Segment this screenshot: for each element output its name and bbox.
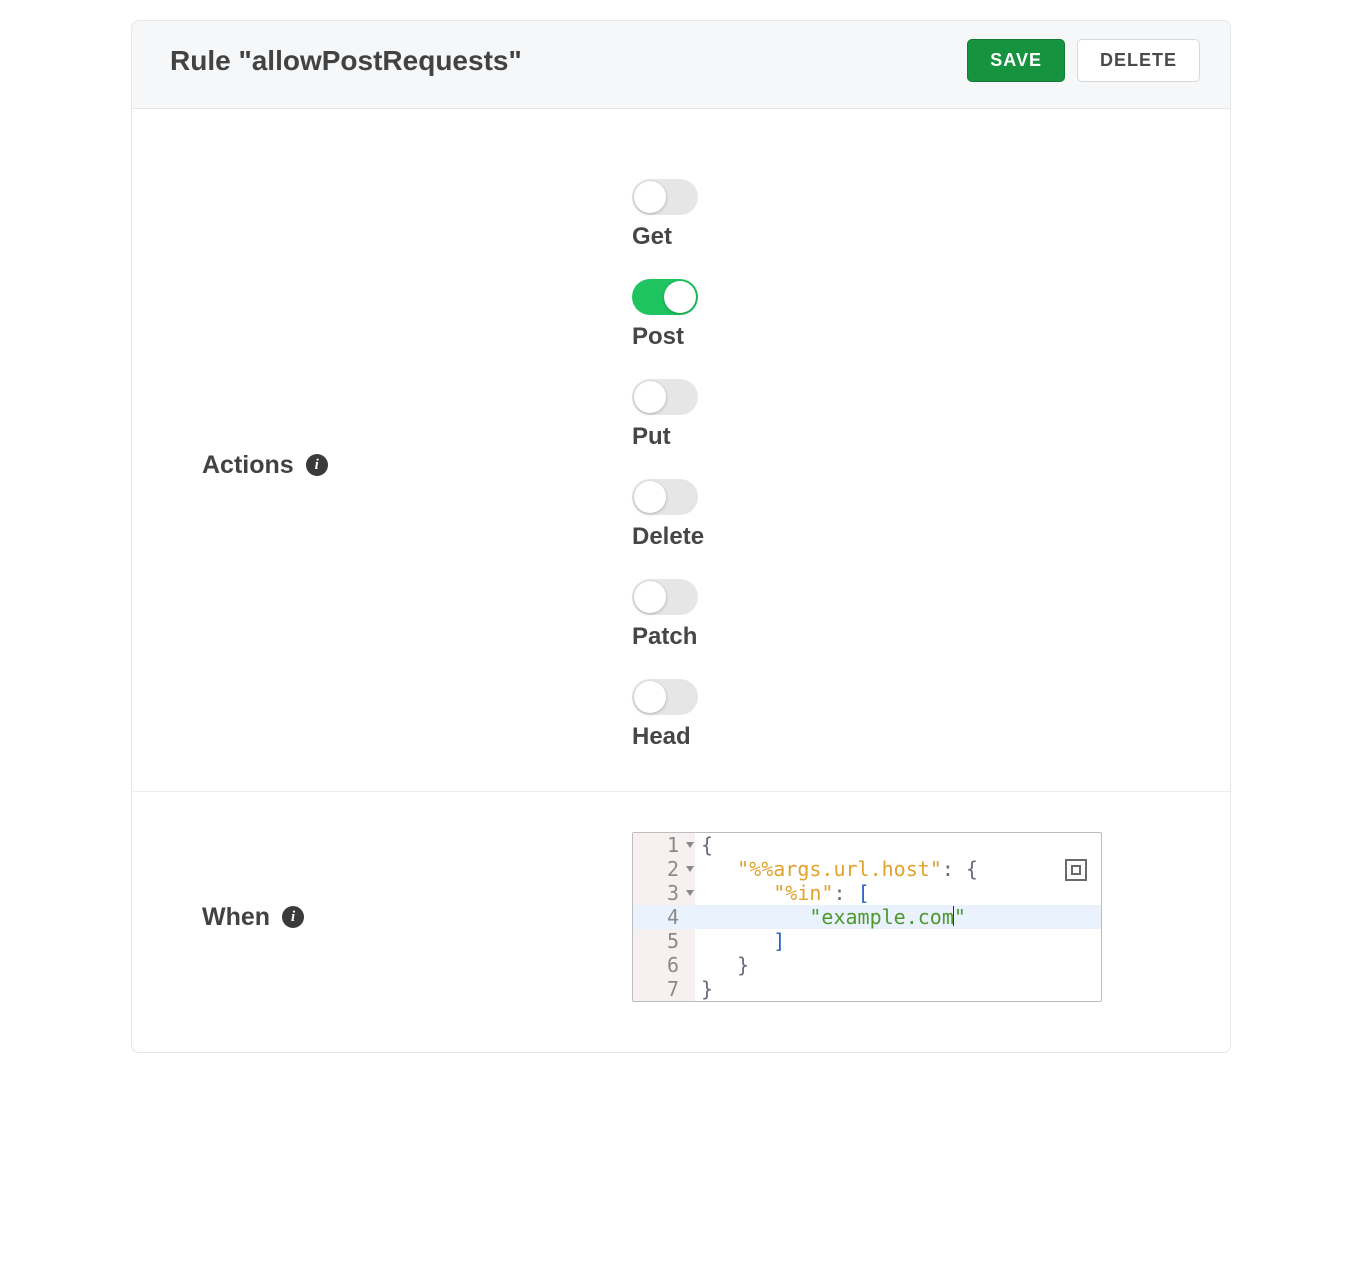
header-buttons: SAVE DELETE (967, 39, 1200, 82)
toggle-label: Delete (632, 523, 1170, 551)
toggle-delete[interactable] (632, 479, 698, 515)
when-body: 1{2 "%%args.url.host": {3 "%in": [4 "exa… (632, 832, 1170, 1002)
panel-header: Rule "allowPostRequests" SAVE DELETE (132, 21, 1230, 109)
code-line[interactable]: 2 "%%args.url.host": { (633, 857, 1101, 881)
actions-section: Actions i Get Post Put Delete Patch Head (132, 109, 1230, 791)
when-section: When i 1{2 "%%args.url.host": {3 "%in": … (132, 791, 1230, 1052)
toggle-item: Get (632, 179, 1170, 251)
line-number: 4 (667, 905, 691, 929)
toggle-knob (634, 181, 666, 213)
toggle-label: Put (632, 423, 1170, 451)
code-token: [ (858, 881, 870, 905)
code-content[interactable]: { (695, 833, 713, 857)
actions-label: Actions (202, 451, 294, 480)
toggle-label: Patch (632, 623, 1170, 651)
actions-body: Get Post Put Delete Patch Head (632, 179, 1170, 751)
code-token: "%%args.url.host" (737, 857, 942, 881)
info-icon[interactable]: i (306, 454, 328, 476)
toggle-item: Delete (632, 479, 1170, 551)
code-content[interactable]: "example.com" (695, 905, 966, 929)
code-token: { (966, 857, 978, 881)
toggle-list: Get Post Put Delete Patch Head (632, 179, 1170, 751)
code-line[interactable]: 6 } (633, 953, 1101, 977)
code-content[interactable]: ] (695, 929, 785, 953)
toggle-knob (634, 381, 666, 413)
toggle-head[interactable] (632, 679, 698, 715)
toggle-item: Put (632, 379, 1170, 451)
code-editor[interactable]: 1{2 "%%args.url.host": {3 "%in": [4 "exa… (632, 832, 1102, 1002)
line-gutter: 6 (633, 953, 695, 977)
code-line[interactable]: 4 "example.com" (633, 905, 1101, 929)
code-token: "%in" (773, 881, 833, 905)
toggle-item: Patch (632, 579, 1170, 651)
fold-icon[interactable] (686, 890, 694, 896)
code-token: } (737, 953, 749, 977)
code-token: : (833, 881, 857, 905)
code-token: "example.com (809, 905, 954, 929)
line-gutter: 5 (633, 929, 695, 953)
line-gutter: 2 (633, 857, 695, 881)
save-button[interactable]: SAVE (967, 39, 1065, 82)
code-line[interactable]: 1{ (633, 833, 1101, 857)
toggle-put[interactable] (632, 379, 698, 415)
code-token: { (701, 833, 713, 857)
actions-label-wrap: Actions i (202, 179, 632, 751)
line-number: 6 (667, 953, 691, 977)
toggle-post[interactable] (632, 279, 698, 315)
toggle-knob (634, 681, 666, 713)
code-content[interactable]: "%in": [ (695, 881, 870, 905)
code-content[interactable]: "%%args.url.host": { (695, 857, 978, 881)
line-number: 7 (667, 977, 691, 1001)
toggle-label: Post (632, 323, 1170, 351)
when-label: When (202, 903, 270, 932)
toggle-knob (664, 281, 696, 313)
toggle-patch[interactable] (632, 579, 698, 615)
code-token: } (701, 977, 713, 1001)
toggle-item: Head (632, 679, 1170, 751)
toggle-knob (634, 481, 666, 513)
toggle-label: Get (632, 223, 1170, 251)
line-number: 5 (667, 929, 691, 953)
line-gutter: 3 (633, 881, 695, 905)
toggle-item: Post (632, 279, 1170, 351)
code-content[interactable]: } (695, 977, 713, 1001)
toggle-label: Head (632, 723, 1170, 751)
toggle-get[interactable] (632, 179, 698, 215)
line-gutter: 1 (633, 833, 695, 857)
code-token: " (954, 905, 966, 929)
toggle-knob (634, 581, 666, 613)
code-line[interactable]: 3 "%in": [ (633, 881, 1101, 905)
code-token: : (942, 857, 966, 881)
code-token: ] (773, 929, 785, 953)
code-line[interactable]: 7} (633, 977, 1101, 1001)
line-gutter: 7 (633, 977, 695, 1001)
info-icon[interactable]: i (282, 906, 304, 928)
code-line[interactable]: 5 ] (633, 929, 1101, 953)
rule-panel: Rule "allowPostRequests" SAVE DELETE Act… (131, 20, 1231, 1053)
page-title: Rule "allowPostRequests" (170, 45, 522, 77)
line-gutter: 4 (633, 905, 695, 929)
delete-button[interactable]: DELETE (1077, 39, 1200, 82)
fold-icon[interactable] (686, 866, 694, 872)
fold-icon[interactable] (686, 842, 694, 848)
code-content[interactable]: } (695, 953, 749, 977)
when-label-wrap: When i (202, 832, 632, 1002)
